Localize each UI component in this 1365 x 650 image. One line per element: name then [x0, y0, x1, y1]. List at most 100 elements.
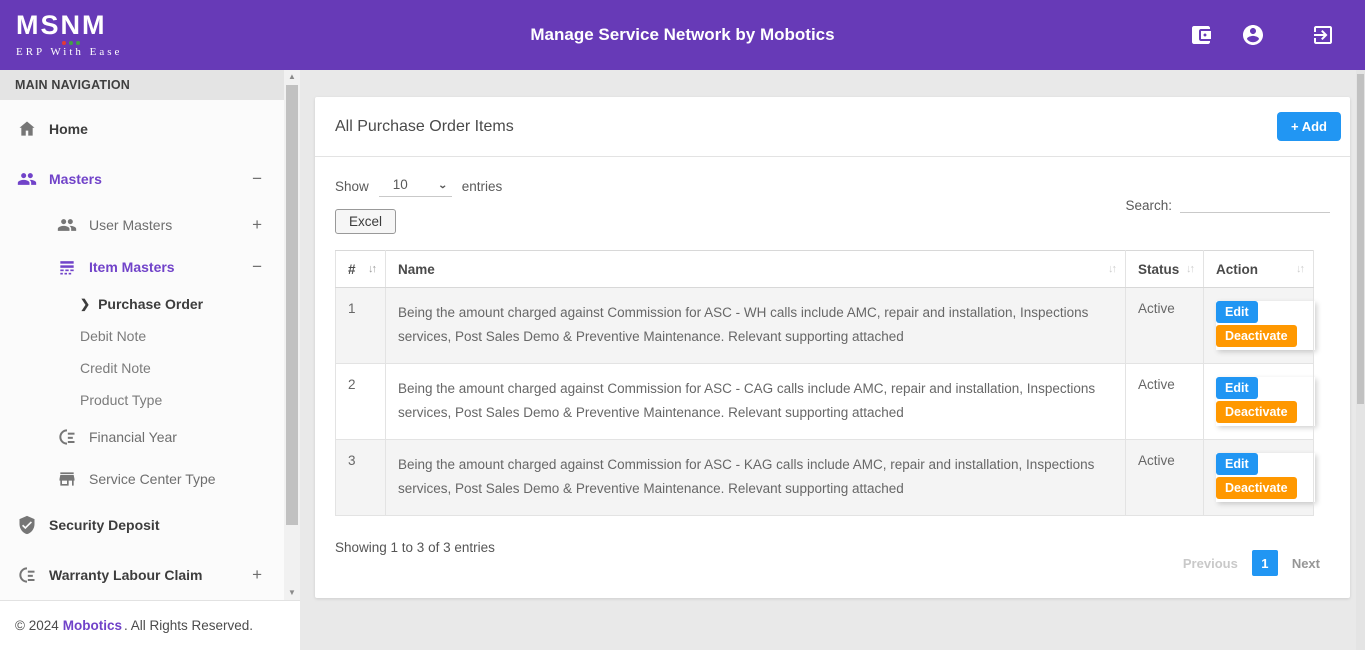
column-header-num[interactable]: #↓↑ — [336, 251, 386, 288]
sidebar-item-label: Warranty Labour Claim — [49, 567, 203, 583]
next-page-button[interactable]: Next — [1292, 556, 1320, 571]
brand-link[interactable]: Mobotics — [63, 618, 122, 633]
item-name: Being the amount charged against Commiss… — [386, 364, 1126, 440]
sidebar-item-credit-note[interactable]: Credit Note — [0, 352, 284, 384]
column-header-name[interactable]: Name↓↑ — [386, 251, 1126, 288]
row-number: 2 — [336, 364, 386, 440]
action-button-group: EditDeactivate — [1216, 377, 1315, 426]
chevron-down-icon: ⌄ — [438, 179, 448, 190]
sidebar-item-home[interactable]: Home — [0, 104, 284, 154]
store-icon — [57, 469, 77, 489]
scroll-down-icon[interactable]: ▼ — [284, 586, 300, 600]
previous-page-button[interactable]: Previous — [1183, 556, 1238, 571]
entries-summary: Showing 1 to 3 of 3 entries — [335, 538, 495, 555]
deactivate-button[interactable]: Deactivate — [1216, 477, 1297, 499]
action-cell: EditDeactivate — [1204, 288, 1314, 364]
group-icon — [57, 215, 77, 235]
entries-select[interactable]: 10 ⌄ — [379, 175, 452, 197]
sidebar-item-label: Financial Year — [89, 429, 177, 445]
copyright-suffix: . All Rights Reserved. — [124, 618, 253, 633]
status-label: Active — [1126, 288, 1204, 364]
search-label: Search: — [1125, 198, 1172, 213]
sort-icon[interactable]: ↓↑ — [1108, 263, 1115, 275]
sidebar-section-label: MAIN NAVIGATION — [0, 70, 300, 100]
logout-icon[interactable] — [1311, 23, 1335, 47]
sidebar-item-label: Debit Note — [80, 328, 146, 344]
row-number: 1 — [336, 288, 386, 364]
sidebar-scrollbar[interactable]: ▲ ▼ — [284, 70, 300, 600]
sidebar-item-warranty-labour-claim[interactable]: Warranty Labour Claim + — [0, 550, 284, 600]
home-icon — [17, 119, 37, 139]
sidebar-item-purchase-order[interactable]: ❯Purchase Order — [0, 288, 284, 320]
sort-icon[interactable]: ↓↑ — [1296, 263, 1303, 275]
entries-label: entries — [462, 179, 503, 194]
sidebar-item-security-deposit[interactable]: Security Deposit — [0, 500, 284, 550]
sidebar-item-financial-year[interactable]: Financial Year — [0, 416, 284, 458]
sidebar-nav: HomeMasters−User Masters+Item Masters−❯P… — [0, 100, 284, 600]
sidebar-item-item-masters[interactable]: Item Masters − — [0, 246, 284, 288]
page-1-button[interactable]: 1 — [1252, 550, 1278, 576]
page-scrollbar-thumb[interactable] — [1357, 74, 1364, 404]
sidebar-item-label: User Masters — [89, 217, 172, 233]
purchase-order-table: #↓↑Name↓↑Status↓↑Action↓↑ 1Being the amo… — [335, 250, 1314, 516]
sidebar-item-product-type[interactable]: Product Type — [0, 384, 284, 416]
logo-title: MSNM — [16, 12, 300, 39]
edit-button[interactable]: Edit — [1216, 453, 1258, 475]
account-circle-icon[interactable] — [1241, 23, 1265, 47]
action-button-group: EditDeactivate — [1216, 301, 1315, 350]
list-icon — [57, 257, 77, 277]
purchase-order-card: All Purchase Order Items + Add Show 10 ⌄… — [315, 97, 1350, 598]
logo-tagline: ERP With Ease — [16, 46, 300, 58]
sidebar-item-masters[interactable]: Masters − — [0, 154, 284, 204]
sidebar-footer: © 2024 Mobotics . All Rights Reserved. — [0, 600, 300, 650]
plus-icon[interactable]: + — [252, 215, 262, 235]
item-name: Being the amount charged against Commiss… — [386, 288, 1126, 364]
row-number: 3 — [336, 440, 386, 516]
entries-value: 10 — [393, 177, 408, 192]
show-label: Show — [335, 179, 369, 194]
wallet-icon[interactable] — [1189, 23, 1213, 47]
dataset-icon — [57, 427, 77, 447]
pagination: Previous 1 Next — [1183, 550, 1320, 576]
column-header-status[interactable]: Status↓↑ — [1126, 251, 1204, 288]
search-input[interactable] — [1180, 193, 1330, 213]
excel-export-button[interactable]: Excel — [335, 209, 396, 234]
edit-button[interactable]: Edit — [1216, 301, 1258, 323]
page-scrollbar[interactable] — [1356, 70, 1365, 650]
deactivate-button[interactable]: Deactivate — [1216, 401, 1297, 423]
table-row: 1Being the amount charged against Commis… — [336, 288, 1314, 364]
minus-icon[interactable]: − — [252, 169, 262, 189]
deactivate-button[interactable]: Deactivate — [1216, 325, 1297, 347]
sidebar-item-service-center-type[interactable]: Service Center Type — [0, 458, 284, 500]
sidebar-item-label: Masters — [49, 171, 102, 187]
sidebar-item-label: Security Deposit — [49, 517, 159, 533]
status-label: Active — [1126, 364, 1204, 440]
sidebar-item-label: Credit Note — [80, 360, 151, 376]
action-cell: EditDeactivate — [1204, 364, 1314, 440]
scroll-up-icon[interactable]: ▲ — [284, 70, 300, 84]
sidebar-item-user-masters[interactable]: User Masters + — [0, 204, 284, 246]
sidebar-scrollbar-thumb[interactable] — [286, 85, 298, 525]
sort-icon[interactable]: ↓↑ — [1186, 263, 1193, 275]
logo-dots-decoration — [62, 41, 300, 45]
table-row: 3Being the amount charged against Commis… — [336, 440, 1314, 516]
action-cell: EditDeactivate — [1204, 440, 1314, 516]
sidebar-item-label: Home — [49, 121, 88, 137]
column-header-action[interactable]: Action↓↑ — [1204, 251, 1314, 288]
sidebar: MAIN NAVIGATION Home Masters − User Masters… — [0, 70, 300, 650]
minus-icon[interactable]: − — [252, 257, 262, 277]
card-title: All Purchase Order Items — [335, 118, 514, 136]
chevron-right-icon: ❯ — [80, 297, 90, 311]
sidebar-item-label: Product Type — [80, 392, 162, 408]
sidebar-item-label: Item Masters — [89, 259, 175, 275]
sidebar-item-debit-note[interactable]: Debit Note — [0, 320, 284, 352]
edit-button[interactable]: Edit — [1216, 377, 1258, 399]
dataset-icon — [17, 565, 37, 585]
main-content: All Purchase Order Items + Add Show 10 ⌄… — [300, 70, 1365, 650]
sort-icon[interactable]: ↓↑ — [368, 263, 375, 275]
plus-icon[interactable]: + — [252, 565, 262, 585]
app-logo[interactable]: MSNM ERP With Ease — [0, 12, 300, 58]
action-button-group: EditDeactivate — [1216, 453, 1315, 502]
status-label: Active — [1126, 440, 1204, 516]
add-button[interactable]: + Add — [1277, 112, 1341, 141]
